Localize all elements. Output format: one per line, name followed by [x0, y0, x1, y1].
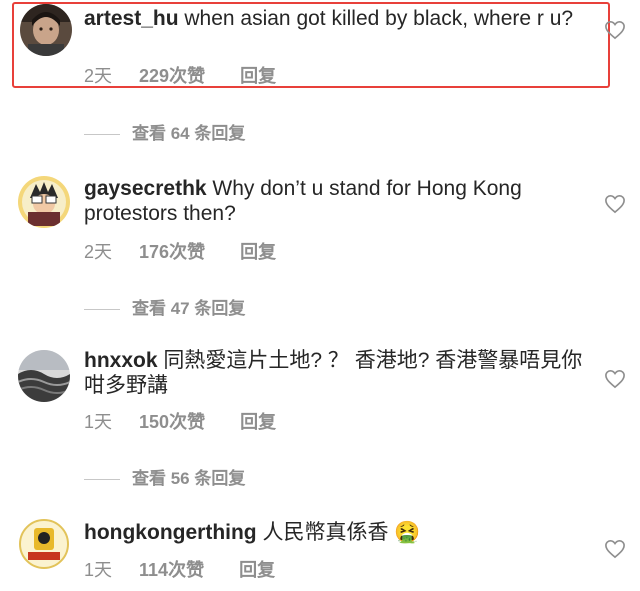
- comment-time: 1天: [84, 412, 113, 432]
- view-replies-label: 查看 47 条回复: [132, 299, 246, 318]
- divider-line: [84, 479, 120, 481]
- divider-line: [84, 134, 120, 136]
- avatar[interactable]: [18, 350, 70, 402]
- heart-icon[interactable]: [604, 539, 626, 559]
- view-replies-label: 查看 64 条回复: [132, 124, 246, 143]
- heart-icon[interactable]: [604, 194, 626, 214]
- comment-username[interactable]: hnxxok: [84, 349, 158, 372]
- avatar[interactable]: [20, 4, 72, 56]
- view-replies-label: 查看 56 条回复: [132, 469, 246, 488]
- comment-likes[interactable]: 176次赞: [139, 238, 205, 264]
- comment-likes[interactable]: 114次赞: [139, 556, 204, 582]
- landscape-avatar-icon: [18, 350, 70, 402]
- view-replies-link[interactable]: 查看 47 条回复: [84, 294, 245, 318]
- comment-text: hnxxok 同熱愛這片土地? ？ 香港地? 香港警暴唔見你咁多野講: [84, 348, 584, 398]
- avatar[interactable]: [18, 176, 70, 228]
- comment-body: 人民幣真係香 🤮: [256, 521, 421, 544]
- comment-text: artest_hu when asian got killed by black…: [84, 6, 584, 31]
- reply-button[interactable]: 回复: [240, 238, 276, 264]
- avatar[interactable]: [18, 518, 70, 570]
- comment-meta: 1天 150次赞 回复: [84, 408, 276, 434]
- logo-avatar-icon: [18, 518, 70, 570]
- comment-time: 2天: [84, 66, 113, 86]
- comment-body: when asian got killed by black, where r …: [178, 7, 574, 30]
- comment-likes[interactable]: 229次赞: [139, 62, 205, 88]
- comment-time: 1天: [84, 560, 113, 580]
- reply-button[interactable]: 回复: [240, 408, 276, 434]
- comment-meta: 1天 114次赞 回复: [84, 556, 275, 582]
- profile-photo-icon: [20, 4, 72, 56]
- comment-body: 同熱愛這片土地? ？ 香港地? 香港警暴唔見你咁多野講: [84, 349, 583, 397]
- view-replies-link[interactable]: 查看 64 条回复: [84, 119, 245, 143]
- comment-time: 2天: [84, 242, 113, 262]
- divider-line: [84, 309, 120, 311]
- comment-text: gaysecrethk Why don’t u stand for Hong K…: [84, 176, 584, 226]
- reply-button[interactable]: 回复: [240, 62, 276, 88]
- heart-icon[interactable]: [604, 369, 626, 389]
- comment-meta: 2天 176次赞 回复: [84, 238, 276, 264]
- comment-meta: 2天 229次赞 回复: [84, 62, 276, 88]
- comment-username[interactable]: hongkongerthing: [84, 521, 257, 544]
- cartoon-avatar-icon: [18, 176, 70, 228]
- comment-username[interactable]: artest_hu: [84, 7, 179, 30]
- reply-button[interactable]: 回复: [239, 556, 275, 582]
- comment-text: hongkongerthing 人民幣真係香 🤮: [84, 520, 584, 545]
- comment-likes[interactable]: 150次赞: [139, 408, 205, 434]
- heart-icon[interactable]: [604, 20, 626, 40]
- view-replies-link[interactable]: 查看 56 条回复: [84, 464, 245, 488]
- comment-username[interactable]: gaysecrethk: [84, 177, 207, 200]
